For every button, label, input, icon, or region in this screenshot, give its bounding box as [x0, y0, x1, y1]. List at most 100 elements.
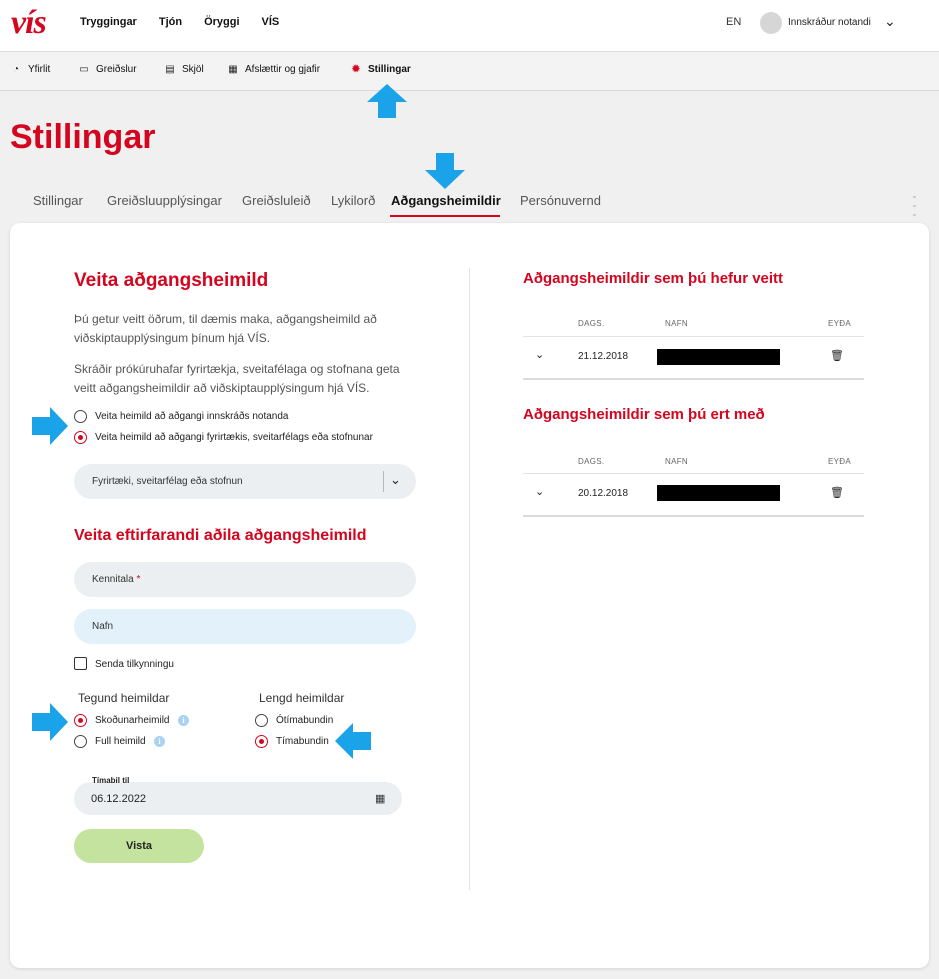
kennitala-field[interactable]: Kennitala *: [74, 562, 416, 597]
received-title: Aðgangsheimildir sem þú ert með: [523, 406, 765, 423]
radio-full-permission[interactable]: [74, 735, 87, 748]
radio-company-access-label: Veita heimild að aðgangi fyrirtækis, sve…: [95, 432, 373, 443]
radio-user-access[interactable]: [74, 410, 87, 423]
document-icon: ▤: [165, 64, 175, 75]
nav-item-vis[interactable]: VÍS: [262, 16, 280, 28]
subnav-item-label: Afslættir og gjafir: [245, 64, 321, 75]
subnav-item-greidslur[interactable]: ▭ Greiðslur: [78, 64, 137, 75]
select-separator: [383, 471, 384, 492]
annotation-arrow-up: [367, 84, 407, 118]
active-tab-indicator: [390, 215, 500, 217]
period-date-value: 06.12.2022: [91, 793, 147, 805]
received-header-delete: EYÐA: [828, 457, 851, 466]
name-field[interactable]: Nafn: [74, 609, 416, 644]
avatar[interactable]: [760, 12, 782, 34]
subnav-item-label: Yfirlit: [28, 64, 51, 75]
tab-lykilord[interactable]: Lykilorð: [331, 193, 375, 208]
sub-nav: ◔ Yfirlit ▭ Greiðslur ▤ Skjöl ▦ Afslætti…: [0, 52, 939, 91]
top-header: vís Tryggingar Tjón Öryggi VÍS EN Innskr…: [0, 0, 939, 52]
radio-unlimited[interactable]: [255, 714, 268, 727]
text-line: Skráðir prókúruhafar fyrirtækja, sveitaf…: [74, 362, 400, 376]
radio-user-access-label: Veita heimild að aðgangi innskráðs notan…: [95, 411, 289, 422]
text-line: Þú getur veitt öðrum, til dæmis maka, að…: [74, 312, 377, 326]
table-divider: [523, 336, 864, 337]
company-select[interactable]: Fyrirtæki, sveitarfélag eða stofnun ⌄: [74, 464, 416, 499]
radio-limited[interactable]: [255, 735, 268, 748]
annotation-arrow-down: [425, 153, 465, 189]
language-switch[interactable]: EN: [726, 16, 741, 28]
user-name[interactable]: Innskráður notandi: [788, 17, 871, 28]
radio-full-permission-label: Full heimild: [95, 736, 146, 747]
table-divider: [523, 515, 864, 517]
given-header-name: NAFN: [665, 319, 688, 328]
kennitala-label: Kennitala *: [92, 574, 140, 585]
chevron-down-icon[interactable]: ⌄: [390, 472, 401, 488]
radio-company-access[interactable]: [74, 431, 87, 444]
required-mark: *: [136, 574, 141, 585]
grant-title: Veita aðgangsheimild: [74, 270, 269, 291]
gear-icon: ✹: [351, 64, 361, 75]
chevron-down-icon[interactable]: ⌄: [884, 13, 896, 30]
main-nav: Tryggingar Tjón Öryggi VÍS: [80, 16, 301, 28]
received-header-name: NAFN: [665, 457, 688, 466]
info-icon[interactable]: i: [178, 715, 189, 726]
notify-label: Senda tilkynningu: [95, 659, 174, 670]
given-header-date: DAGS.: [578, 319, 605, 328]
company-select-value: Fyrirtæki, sveitarfélag eða stofnun: [92, 476, 243, 487]
column-divider: [469, 268, 470, 890]
gauge-icon: ◔: [12, 64, 20, 75]
nav-item-tryggingar[interactable]: Tryggingar: [80, 16, 137, 28]
tab-adgangsheimildir[interactable]: Aðgangsheimildir: [391, 193, 501, 208]
period-label: Tímabil til: [92, 776, 130, 785]
recipient-title: Veita eftirfarandi aðila aðgangsheimild: [74, 527, 367, 544]
annotation-arrow-right: [32, 407, 68, 445]
scroll-indicator: [913, 196, 916, 226]
nav-item-oryggi[interactable]: Öryggi: [204, 16, 239, 28]
subnav-item-label: Greiðslur: [96, 64, 137, 75]
subnav-item-yfirlit[interactable]: ◔ Yfirlit: [10, 64, 50, 75]
text-line: viðskiptaupplýsingum þínum hjá VÍS.: [74, 331, 271, 345]
trash-icon[interactable]: 🗑: [830, 349, 844, 362]
save-button[interactable]: Vista: [74, 829, 204, 863]
annotation-arrow-left: [335, 723, 371, 759]
notify-checkbox[interactable]: [74, 657, 87, 670]
subnav-item-stillingar[interactable]: ✹ Stillingar: [350, 64, 411, 75]
given-title: Aðgangsheimildir sem þú hefur veitt: [523, 270, 784, 287]
trash-icon[interactable]: 🗑: [830, 486, 844, 499]
nav-item-tjon[interactable]: Tjón: [159, 16, 182, 28]
radio-view-permission-label: Skoðunarheimild: [95, 715, 170, 726]
table-divider: [523, 473, 864, 474]
subnav-item-label: Stillingar: [368, 64, 411, 75]
subnav-item-afslaettir[interactable]: ▦ Afslættir og gjafir: [227, 64, 320, 75]
grant-description-2: Skráðir prókúruhafar fyrirtækja, sveitaf…: [74, 360, 400, 398]
info-icon[interactable]: i: [154, 736, 165, 747]
tab-greidsluleid[interactable]: Greiðsluleið: [242, 193, 311, 208]
text-line: veitt aðgangsheimildir að viðskiptaupplý…: [74, 381, 370, 395]
radio-limited-label: Tímabundin: [276, 736, 329, 747]
row-date: 21.12.2018: [578, 351, 629, 362]
subnav-item-label: Skjöl: [182, 64, 204, 75]
gift-icon: ▦: [228, 64, 238, 75]
received-header-date: DAGS.: [578, 457, 605, 466]
kennitala-label-text: Kennitala: [92, 574, 134, 585]
duration-heading: Lengd heimildar: [259, 691, 345, 705]
given-header-delete: EYÐA: [828, 319, 851, 328]
grant-description-1: Þú getur veitt öðrum, til dæmis maka, að…: [74, 310, 377, 348]
row-date: 20.12.2018: [578, 488, 629, 499]
tab-stillingar[interactable]: Stillingar: [33, 193, 83, 208]
subnav-item-skjol[interactable]: ▤ Skjöl: [164, 64, 204, 75]
card-icon: ▭: [79, 64, 89, 75]
name-label: Nafn: [92, 621, 114, 632]
calendar-icon[interactable]: ▦: [375, 792, 385, 805]
expand-chevron-icon[interactable]: ⌄: [535, 485, 544, 498]
radio-unlimited-label: Ótímabundin: [276, 715, 334, 726]
tab-greidsluupplysingar[interactable]: Greiðsluupplýsingar: [107, 193, 222, 208]
expand-chevron-icon[interactable]: ⌄: [535, 348, 544, 361]
page-title: Stillingar: [10, 118, 156, 156]
vis-logo[interactable]: vís: [11, 6, 47, 40]
radio-view-permission[interactable]: [74, 714, 87, 727]
tab-personuvernd[interactable]: Persónuvernd: [520, 193, 601, 208]
redacted-name: [657, 349, 780, 365]
redacted-name: [657, 485, 780, 501]
period-date-field[interactable]: 06.12.2022 ▦: [74, 782, 402, 815]
